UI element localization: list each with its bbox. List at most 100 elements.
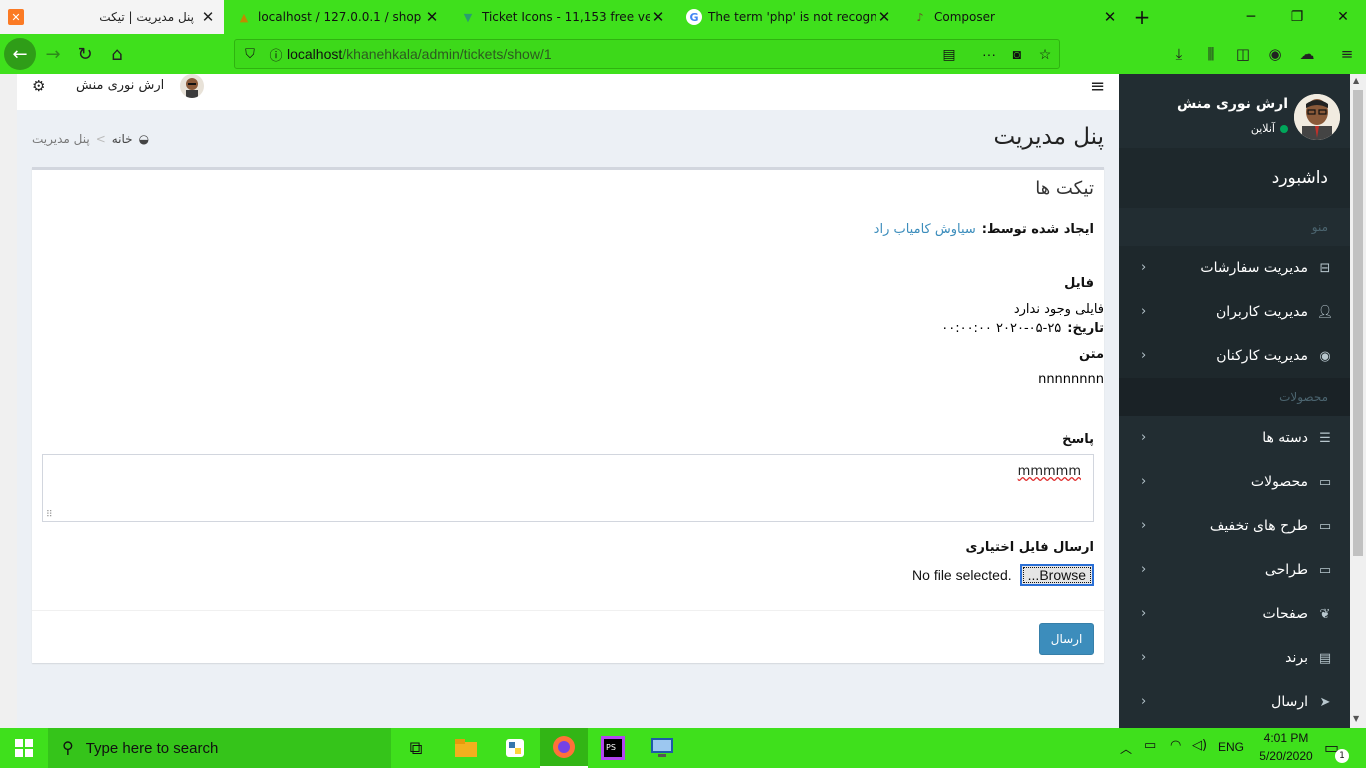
windows-start-icon[interactable] — [0, 728, 48, 768]
sidebar-item-categories[interactable]: ☰ دسته ها ‹ — [1119, 416, 1350, 460]
sidebar-item-users[interactable]: 👤︎ مدیریت کاربران ‹ — [1119, 290, 1350, 334]
python-icon[interactable] — [491, 728, 539, 768]
header-user-name[interactable]: ارش نوری منش — [76, 78, 164, 93]
sidebar-user-name: ارش نوری منش — [1176, 96, 1288, 112]
menu-icon[interactable]: ≡ — [1332, 38, 1362, 70]
sidebar-item-products[interactable]: ▭ محصولات ‹ — [1119, 460, 1350, 504]
text-value: nnnnnnnn — [1038, 372, 1104, 387]
reload-icon[interactable]: ↻ — [70, 38, 100, 70]
resize-handle-icon[interactable]: ⠿ — [46, 510, 53, 520]
home-icon[interactable]: ⌂ — [102, 38, 132, 70]
sidebar-toggle-icon[interactable]: ◫ — [1228, 38, 1258, 70]
volume-icon[interactable]: ◁) — [1192, 738, 1207, 753]
sidebar-item-label: دسته ها — [1262, 430, 1308, 446]
svg-text:PS: PS — [606, 743, 616, 752]
close-tab-icon[interactable]: ✕ — [200, 8, 216, 26]
reader-view-icon[interactable]: ▤ — [935, 46, 963, 63]
restore-icon[interactable]: ❐ — [1274, 0, 1320, 34]
url-bar[interactable]: ⛉ ⓘ localhost/khanehkala/admin/tickets/s… — [234, 39, 1060, 69]
vue-icon: ▼ — [463, 10, 473, 24]
ticket-box: تیکت ها ایجاد شده توسط: سیاوش کامیاب راد… — [32, 167, 1104, 663]
remote-desktop-icon[interactable] — [638, 728, 686, 768]
tab-phpmyadmin[interactable]: ▲ localhost / 127.0.0.1 / shop / tic ✕ — [228, 0, 448, 34]
user-icon: 👤︎ — [1316, 304, 1334, 320]
minimize-icon[interactable]: ─ — [1228, 0, 1274, 34]
show-hidden-icons-icon[interactable]: ︿ — [1120, 740, 1132, 757]
file-input[interactable]: Browse... No file selected. — [912, 564, 1094, 586]
url-path: /khanehkala/admin/tickets/show/1 — [342, 46, 552, 62]
library-icon[interactable]: ⫼ — [1196, 38, 1226, 70]
close-window-icon[interactable]: ✕ — [1320, 0, 1366, 34]
battery-icon[interactable]: ▭ — [1144, 738, 1156, 753]
breadcrumb-home[interactable]: خانه — [112, 132, 133, 146]
taskbar-search[interactable]: ⚲ Type here to search — [48, 728, 391, 768]
created-by-name[interactable]: سیاوش کامیاب راد — [874, 222, 976, 237]
tab-composer[interactable]: ♪ Composer ✕ — [904, 0, 1126, 34]
language-indicator[interactable]: ENG — [1218, 740, 1244, 754]
laptop-icon: ▭ — [1318, 562, 1332, 578]
scroll-thumb[interactable] — [1353, 90, 1363, 556]
clock-date[interactable]: 5/20/2020 — [1254, 749, 1318, 763]
tab-title: The term 'php' is not recognize — [708, 10, 876, 24]
header-avatar[interactable] — [180, 74, 204, 98]
date-value: ۲۰۲۰-۰۵-۲۵ ۰۰:۰۰:۰۰ — [941, 321, 1062, 336]
settings-gears-icon[interactable]: ⚙ — [32, 77, 45, 95]
google-icon: G — [686, 9, 702, 25]
download-icon[interactable]: ⤓ — [1164, 38, 1194, 70]
sidebar-item-brand[interactable]: ▤ برند ‹ — [1119, 636, 1350, 680]
tab-google-search[interactable]: G The term 'php' is not recognize ✕ — [678, 0, 900, 34]
reply-text: mmmmm — [1017, 464, 1081, 479]
extension-icon[interactable]: ☁ — [1292, 38, 1322, 70]
pocket-icon[interactable]: ◙ — [1003, 46, 1031, 62]
more-actions-icon[interactable]: ··· — [975, 46, 1003, 62]
scroll-down-icon[interactable]: ▼ — [1353, 714, 1359, 723]
wifi-icon[interactable]: ◠ — [1170, 738, 1181, 753]
chevron-left-icon: ‹ — [1141, 474, 1147, 489]
sidebar-item-design[interactable]: ▭ طراحی ‹ — [1119, 548, 1350, 592]
close-tab-icon[interactable]: ✕ — [1102, 8, 1118, 26]
submit-button[interactable]: ارسال — [1039, 623, 1094, 655]
shield-icon[interactable]: ⛉ — [235, 46, 265, 62]
sidebar-item-staff[interactable]: ◉ مدیریت کارکنان ‹ — [1119, 334, 1350, 378]
sidebar-item-label: محصولات — [1250, 474, 1308, 490]
firefox-icon[interactable] — [540, 728, 588, 768]
close-tab-icon[interactable]: ✕ — [424, 8, 440, 26]
sidebar-item-discounts[interactable]: ▭ طرح های تخفیف ‹ — [1119, 504, 1350, 548]
scroll-up-icon[interactable]: ▲ — [1353, 76, 1359, 85]
browse-button[interactable]: Browse... — [1019, 564, 1094, 586]
close-tab-icon[interactable]: ✕ — [876, 8, 892, 26]
sidebar-item-label: مدیریت سفارشات — [1200, 260, 1308, 276]
sidebar-item-orders[interactable]: ⊟ مدیریت سفارشات ‹ — [1119, 246, 1350, 290]
account-icon[interactable]: ◉ — [1260, 38, 1290, 70]
reply-textarea[interactable]: mmmmm ⠿ — [42, 454, 1094, 522]
back-button[interactable]: ← — [4, 38, 36, 70]
forward-button[interactable]: → — [38, 38, 68, 70]
online-status: آنلاین — [1251, 122, 1288, 135]
tab-ticket-icons[interactable]: ▼ Ticket Icons - 11,153 free vecto ✕ — [452, 0, 674, 34]
task-view-icon[interactable]: ⧉ — [392, 728, 440, 768]
url-host: localhost — [287, 46, 343, 62]
tab-title: Ticket Icons - 11,153 free vecto — [482, 10, 650, 24]
close-tab-icon[interactable]: ✕ — [650, 8, 666, 26]
user-avatar — [1294, 94, 1340, 140]
hamburger-menu-icon[interactable]: ≡ — [1090, 76, 1105, 97]
list-icon: ☰ — [1319, 430, 1331, 446]
online-dot-icon — [1280, 124, 1288, 133]
sidebar-dashboard[interactable]: داشبورد — [1119, 148, 1350, 208]
clock-time[interactable]: 4:01 PM — [1254, 731, 1318, 745]
file-explorer-icon[interactable] — [442, 728, 490, 768]
vertical-scrollbar[interactable]: ▲ ▼ — [1350, 74, 1366, 728]
new-tab-button[interactable]: + — [1128, 0, 1156, 34]
created-by-row: ایجاد شده توسط: سیاوش کامیاب راد — [874, 222, 1094, 237]
sidebar-item-shipping[interactable]: ➤ ارسال ‹ — [1119, 680, 1350, 724]
bookmark-star-icon[interactable]: ☆ — [1031, 46, 1059, 63]
chevron-left-icon: ‹ — [1141, 562, 1147, 577]
phpstorm-icon[interactable]: PS — [589, 728, 637, 768]
sidebar-item-pages[interactable]: ❦ صفحات ‹ — [1119, 592, 1350, 636]
info-icon[interactable]: ⓘ — [265, 45, 287, 64]
laptop-icon: ▭ — [1318, 518, 1332, 534]
tab-admin-ticket[interactable]: ✕ پنل مدیریت | تیکت ✕ — [0, 0, 224, 34]
sidebar: ارش نوری منش آنلاین داشبورد منو ⊟ مدیریت… — [1119, 74, 1350, 728]
sidebar-item-label: مدیریت کارکنان — [1216, 348, 1308, 364]
chevron-left-icon: ‹ — [1141, 518, 1147, 533]
